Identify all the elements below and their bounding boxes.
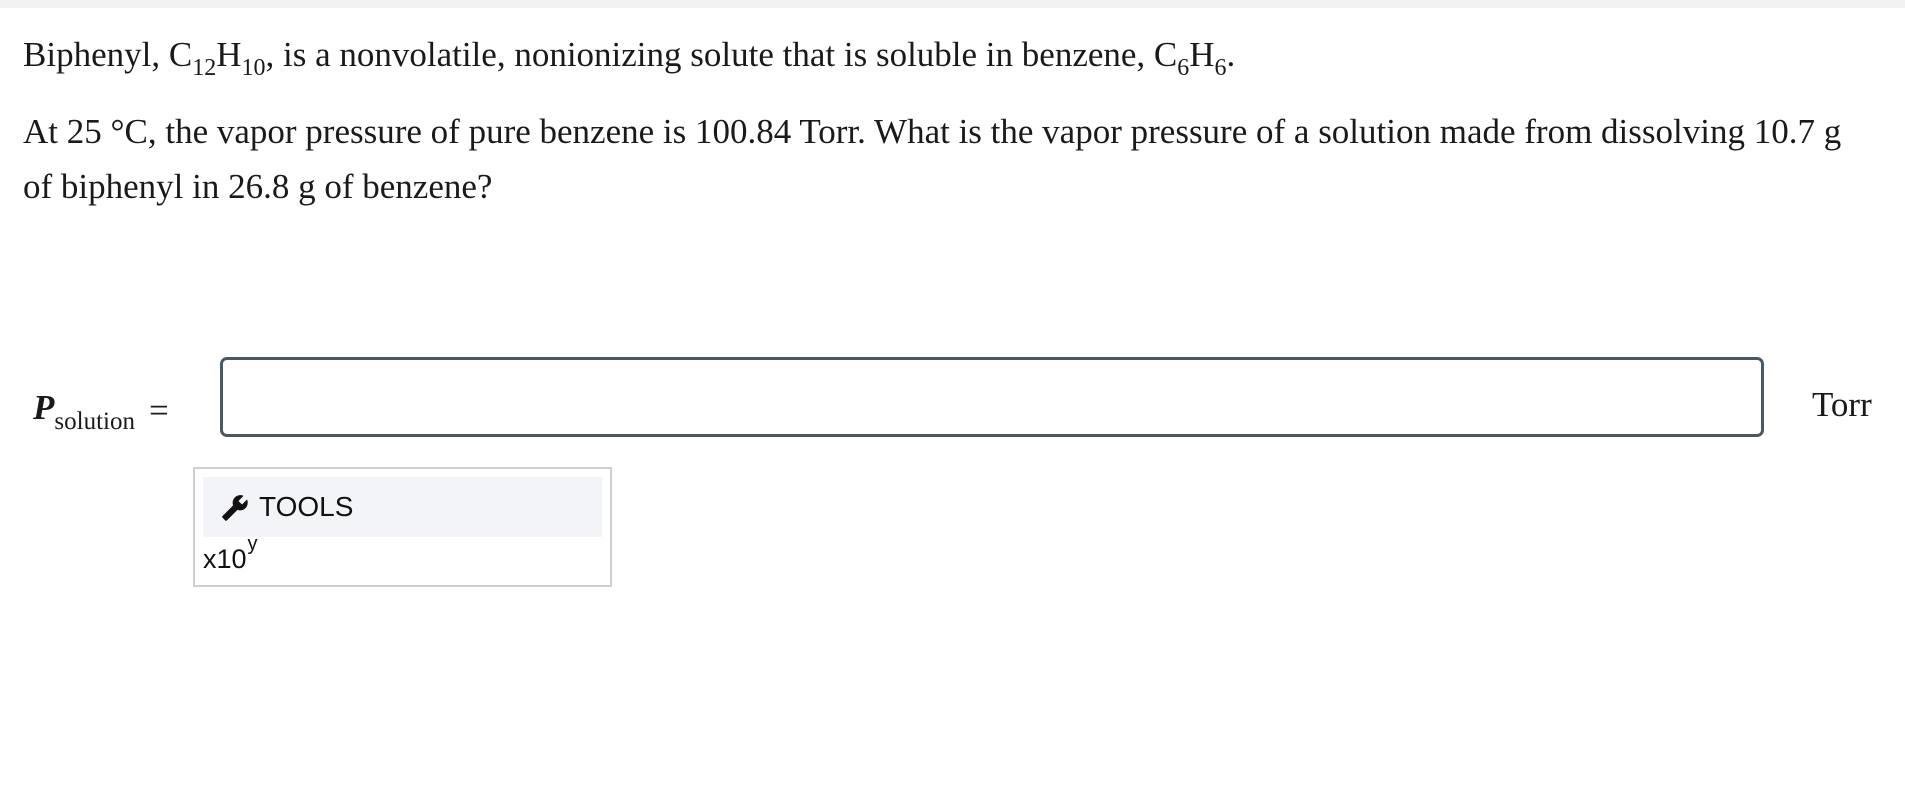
question-prompt: At 25 °C, the vapor pressure of pure ben… bbox=[23, 112, 1842, 206]
tools-label: TOOLS bbox=[259, 491, 354, 522]
answer-label: Psolution bbox=[33, 383, 135, 437]
answer-input[interactable] bbox=[220, 357, 1764, 437]
sci-notation-base: x10 bbox=[203, 544, 247, 574]
tools-panel: TOOLS x10y bbox=[193, 467, 612, 587]
q-text-mid1: H bbox=[216, 35, 242, 74]
question-intro: Biphenyl, C12H10, is a nonvolatile, noni… bbox=[23, 30, 1235, 80]
equals-sign: = bbox=[149, 391, 169, 430]
answer-label-subscript: solution bbox=[54, 408, 135, 435]
answer-label-main: P bbox=[33, 388, 55, 427]
q-text-mid2: , is a nonvolatile, nonionizing solute t… bbox=[265, 35, 1178, 74]
q-text-prefix: Biphenyl, C bbox=[23, 35, 193, 74]
scientific-notation-button[interactable]: x10y bbox=[203, 533, 273, 579]
tools-toggle-button[interactable]: TOOLS bbox=[203, 477, 602, 537]
q-subscript-1: 12 bbox=[192, 55, 217, 81]
q-subscript-2: 10 bbox=[241, 55, 266, 81]
q-subscript-4: 6 bbox=[1214, 55, 1227, 81]
sci-notation-exponent: y bbox=[247, 533, 258, 555]
unit-label: Torr bbox=[1812, 385, 1872, 424]
wrench-icon bbox=[222, 495, 248, 521]
top-strip bbox=[0, 0, 1905, 8]
q-text-end: . bbox=[1226, 35, 1236, 74]
q-text-mid3: H bbox=[1189, 35, 1215, 74]
q-subscript-3: 6 bbox=[1177, 55, 1190, 81]
